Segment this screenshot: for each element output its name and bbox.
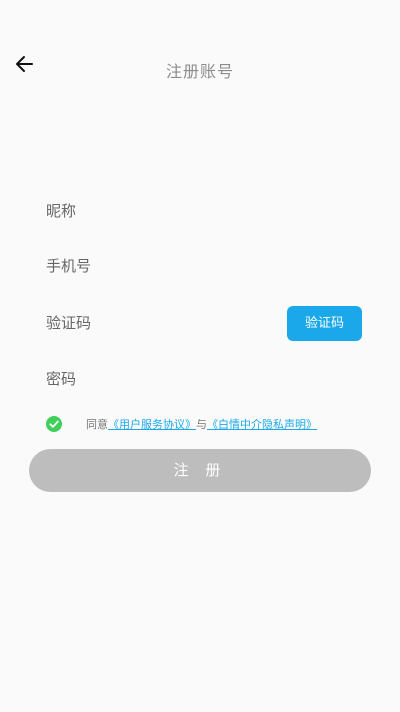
nickname-field[interactable]: 昵称	[46, 198, 286, 224]
phone-field[interactable]: 手机号	[46, 253, 286, 279]
agree-checkbox[interactable]	[46, 416, 62, 432]
header: 注册账号	[0, 0, 400, 130]
register-button[interactable]: 注 册	[29, 449, 371, 492]
privacy-policy-link[interactable]: 《白情中介隐私声明》	[207, 418, 317, 431]
agreement-prefix: 同意	[86, 418, 108, 431]
password-field[interactable]: 密码	[46, 366, 286, 392]
code-field[interactable]: 验证码	[46, 310, 246, 336]
agreement-text: 同意《用户服务协议》与《白情中介隐私声明》	[86, 416, 317, 432]
check-icon	[49, 420, 59, 428]
agreement-row: 同意《用户服务协议》与《白情中介隐私声明》	[46, 414, 366, 434]
get-code-button[interactable]: 验证码	[287, 306, 362, 341]
agreement-connector: 与	[196, 418, 207, 431]
page-title: 注册账号	[165, 62, 234, 81]
user-agreement-link[interactable]: 《用户服务协议》	[108, 418, 196, 431]
